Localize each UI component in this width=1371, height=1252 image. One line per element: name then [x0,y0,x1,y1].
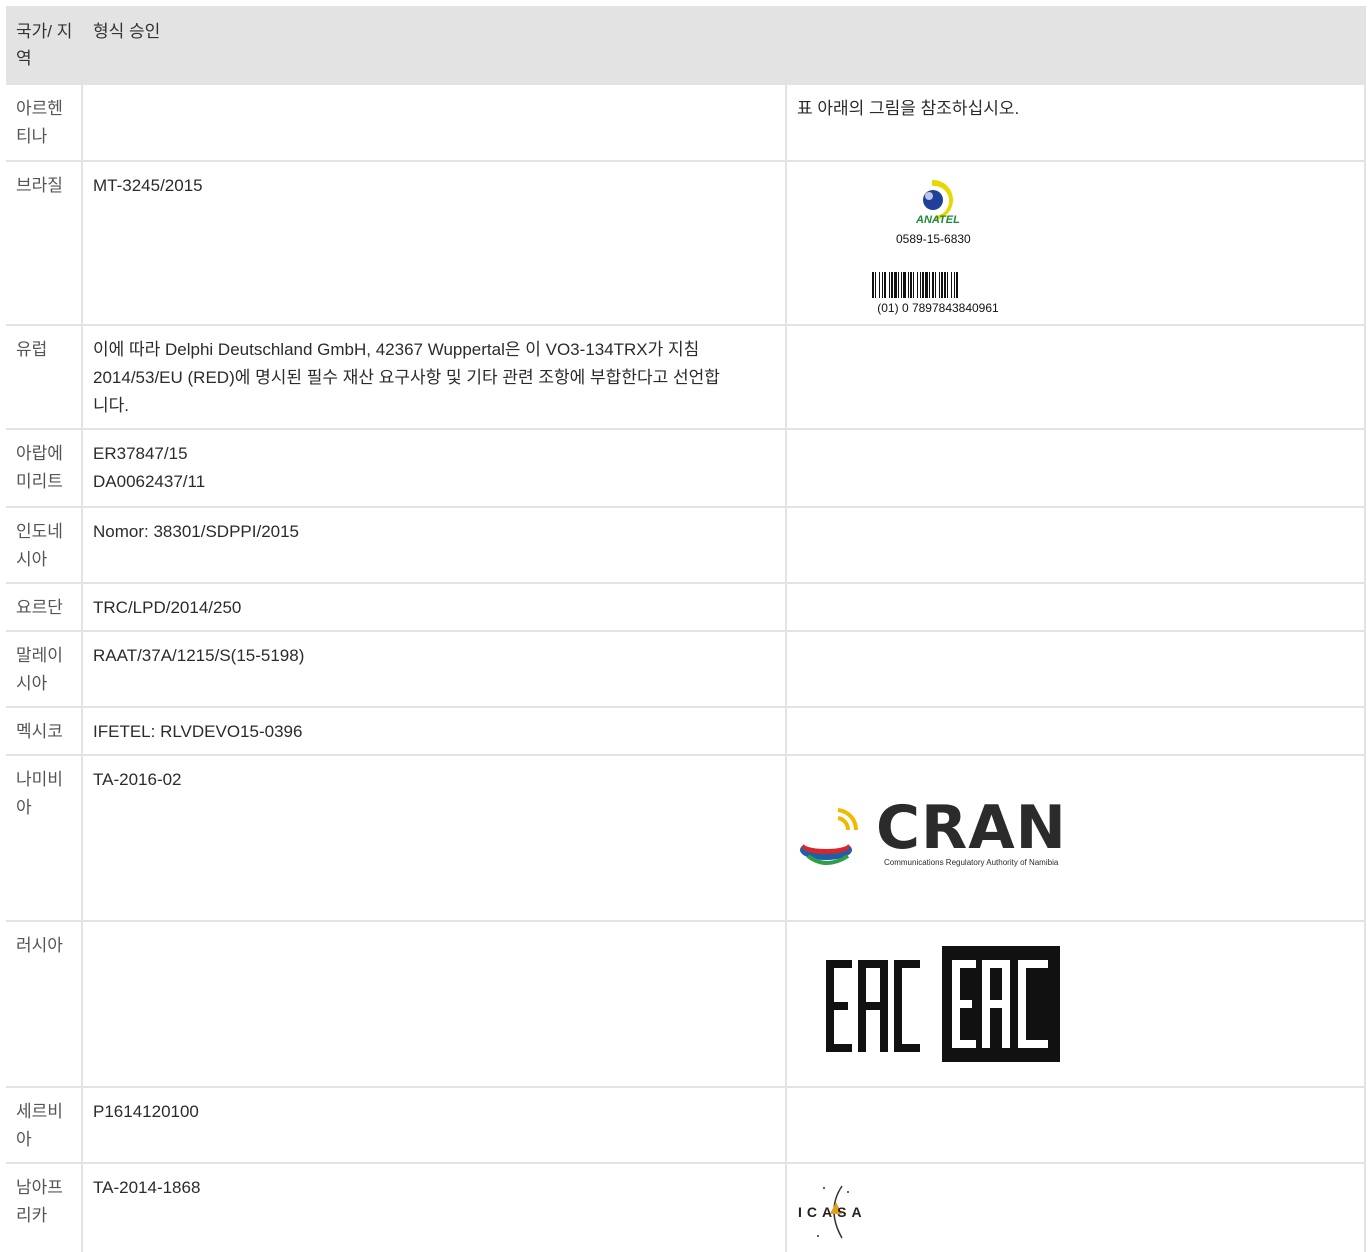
mark-note: 표 아래의 그림을 참조하십시오. [797,99,1020,118]
table-row: 아르헨티나 표 아래의 그림을 참조하십시오. [6,83,1366,160]
barcode-text: (01) 0 7897843840961 [877,301,999,315]
barcode: (01) 0 7897843840961 [868,272,1008,315]
barcode-bar [882,272,883,298]
barcode-bar [920,272,921,298]
country-cell: 러시아 [16,936,63,955]
table-row: 나미비아 TA-2016-02 CRAN Communications Regu… [6,754,1366,920]
country-cell: 나미비아 [16,770,63,817]
approval-cell: Nomor: 38301/SDPPI/2015 [93,522,300,541]
header-approval: 형식 승인 [93,22,161,41]
approval-cell: TA-2014-1868 [93,1178,201,1197]
table-header: 국가/ 지역 형식 승인 [6,6,1366,83]
barcode-bar [935,272,936,298]
table-row: 남아프리카 TA-2014-1868 ICASA [6,1162,1366,1252]
barcode-bar [908,272,909,298]
table-row: 말레이시아 RAAT/37A/1215/S(15-5198) [6,630,1366,706]
barcode-bar [956,272,958,298]
eac-logo [824,946,1064,1066]
table-row: 세르비아 P1614120100 [6,1086,1366,1162]
country-cell: 브라질 [16,176,63,195]
barcode-bar [872,272,874,298]
barcode-bar [951,272,952,298]
country-cell: 인도네시아 [16,522,63,569]
barcode-bar [879,272,880,298]
barcode-bar [910,272,912,298]
barcode-bar [889,272,890,298]
approval-cell: TRC/LPD/2014/250 [93,598,242,617]
table-row: 멕시코 IFETEL: RLVDEVO15-0396 [6,706,1366,754]
barcode-bar [891,272,893,298]
approval-cell: MT-3245/2015 [93,176,203,195]
barcode-bar [913,272,914,298]
header-country: 국가/ 지역 [16,22,73,68]
barcode-bar [922,272,924,298]
table-row: 아랍에미리트 ER37847/15 DA0062437/11 [6,428,1366,506]
approval-cell: ER37847/15 DA0062437/11 [93,444,206,491]
barcode-bar [941,272,943,298]
barcode-bar [903,272,906,298]
barcode-bar [875,272,876,298]
barcode-bar [884,272,886,298]
anatel-wordmark: ANATEL [915,214,960,226]
cran-logo: CRAN Communications Regulatory Authority… [798,796,1088,872]
barcode-bar [925,272,928,298]
barcode-bar [939,272,940,298]
approval-cell: RAAT/37A/1215/S(15-5198) [93,646,305,665]
country-cell: 세르비아 [16,1102,63,1149]
country-cell: 요르단 [16,598,63,617]
icasa-wordmark: ICASA [798,1204,867,1220]
approval-cell: 이에 따라 Delphi Deutschland GmbH, 42367 Wup… [93,340,720,415]
barcode-bar [944,272,946,298]
approval-cell: IFETEL: RLVDEVO15-0396 [93,722,303,741]
country-cell: 말레이시아 [16,646,63,693]
barcode-bar [894,272,897,298]
barcode-bar [929,272,930,298]
barcode-bar [901,272,902,298]
barcode-bar [932,272,934,298]
country-cell: 유럽 [16,340,48,359]
cran-subtitle: Communications Regulatory Authority of N… [884,858,1059,867]
anatel-logo: ANATEL 0589-15-6830 [886,176,996,246]
approval-cell: TA-2016-02 [93,770,182,789]
country-cell: 아랍에미리트 [16,444,63,491]
cran-wordmark: CRAN [876,793,1067,863]
barcode-bar [954,272,955,298]
country-cell: 멕시코 [16,722,63,741]
barcode-bar [917,272,918,298]
icasa-logo: ICASA [796,1180,886,1244]
country-cell: 남아프리카 [16,1178,63,1225]
barcode-bar [947,272,948,298]
country-cell: 아르헨티나 [16,99,63,146]
table-row: 러시아 [6,920,1366,1086]
table-row: 요르단 TRC/LPD/2014/250 [6,582,1366,630]
barcode-bar [898,272,899,298]
table-row: 유럽 이에 따라 Delphi Deutschland GmbH, 42367 … [6,324,1366,428]
anatel-code: 0589-15-6830 [896,232,971,246]
approval-cell: P1614120100 [93,1102,199,1121]
table-row: 인도네시아 Nomor: 38301/SDPPI/2015 [6,506,1366,582]
table-row: 브라질 MT-3245/2015 ANATEL 0589-15-6830 (01… [6,160,1366,324]
